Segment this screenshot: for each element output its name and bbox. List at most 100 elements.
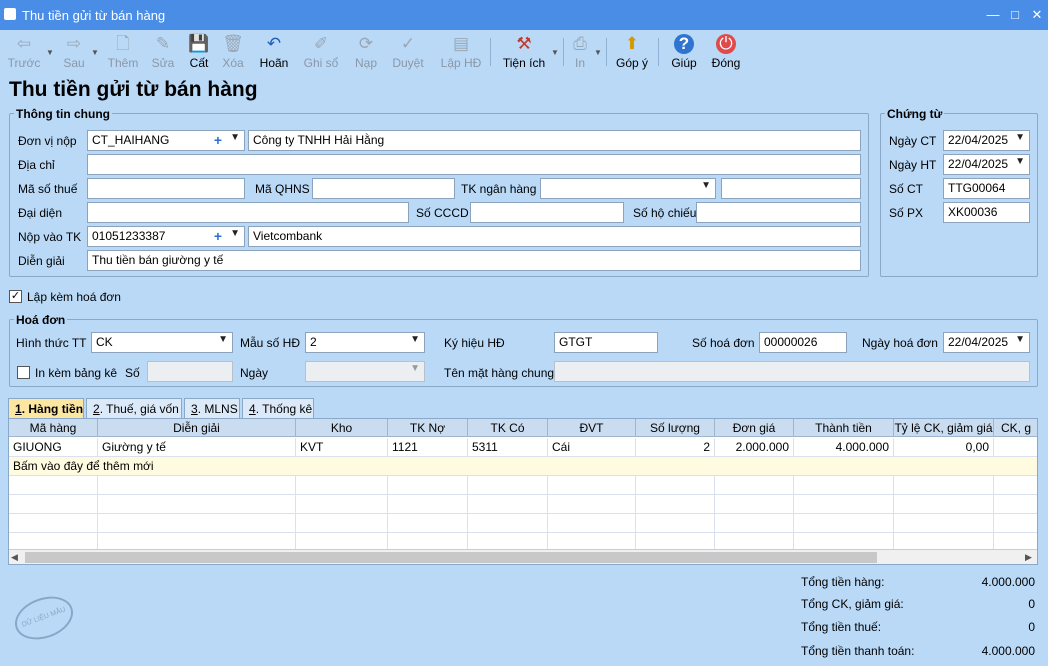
payer-name-field[interactable]: Công ty TNHH Hải Hằng <box>248 130 861 151</box>
add-row[interactable]: Bấm vào đây để thêm mới <box>9 457 1037 476</box>
reload-button[interactable]: ⟳ Nạp <box>350 30 382 74</box>
chevron-down-icon[interactable]: ▼ <box>46 48 54 57</box>
table-cell[interactable]: GIUONG <box>9 438 98 457</box>
chevron-down-icon[interactable]: ▼ <box>1015 132 1025 143</box>
total-discount-label: Tổng CK, giảm giá: <box>801 597 904 611</box>
chevron-down-icon[interactable]: ▼ <box>91 48 99 57</box>
add-button[interactable]: 🗋 Thêm <box>106 30 140 74</box>
column-header[interactable]: Số lượng <box>636 419 715 437</box>
feedback-button[interactable]: ⬆ Góp ý <box>614 30 650 74</box>
save-button[interactable]: 💾 Cất <box>184 30 214 74</box>
scrollbar-thumb[interactable] <box>25 552 877 563</box>
description-field[interactable]: Thu tiền bán giường y tế <box>87 250 861 271</box>
column-header[interactable]: TK Nợ <box>388 419 468 437</box>
tab-goods-money[interactable]: 1. Hàng tiền <box>8 398 84 418</box>
bank-account-combo[interactable]: ▼ <box>540 178 716 199</box>
tab-tax-cost[interactable]: 2. Thuế, giá vốn <box>86 398 182 418</box>
table-cell[interactable]: 5311 <box>468 438 548 457</box>
column-header[interactable]: Đơn giá <box>715 419 794 437</box>
column-header[interactable]: Mã hàng <box>9 419 98 437</box>
maximize-icon[interactable]: □ <box>1006 6 1024 24</box>
qhns-label: Mã QHNS <box>255 182 310 196</box>
deposit-account-combo[interactable]: 01051233387 + ▼ <box>87 226 245 247</box>
chevron-down-icon[interactable]: ▼ <box>230 132 240 143</box>
page-title: Thu tiền gửi từ bán hàng <box>9 78 258 101</box>
qhns-field[interactable] <box>312 178 455 199</box>
list-date-picker[interactable]: ▼ <box>305 361 425 382</box>
invoice-symbol-field[interactable]: GTGT <box>554 332 658 353</box>
table-cell[interactable]: KVT <box>296 438 388 457</box>
invoice-button[interactable]: ▤ Lập HĐ <box>436 30 486 74</box>
attach-list-checkbox[interactable] <box>17 366 30 379</box>
tab-mlns[interactable]: 3. MLNS <box>184 398 240 418</box>
scroll-left-icon[interactable]: ◀ <box>11 552 18 563</box>
chevron-down-icon[interactable]: ▼ <box>410 363 420 374</box>
table-cell[interactable]: 2.000.000 <box>715 438 794 457</box>
close-button[interactable]: ⏻ Đóng <box>708 30 744 74</box>
plus-icon[interactable]: + <box>214 228 222 244</box>
delete-button[interactable]: 🗑 Xóa <box>218 30 248 74</box>
tax-code-field[interactable] <box>87 178 245 199</box>
chevron-down-icon[interactable]: ▼ <box>551 48 559 57</box>
undo-button[interactable]: ↶ Hoãn <box>256 30 292 74</box>
utilities-button[interactable]: ⚒ Tiện ích <box>500 30 548 74</box>
horizontal-scrollbar[interactable]: ◀ ▶ <box>9 549 1037 564</box>
column-header[interactable]: Diễn giải <box>98 419 296 437</box>
posting-date-picker[interactable]: 22/04/2025 ▼ <box>943 154 1030 175</box>
column-header[interactable]: Thành tiền <box>794 419 894 437</box>
next-button[interactable]: ⇨ Sau <box>58 30 90 74</box>
passport-field[interactable] <box>696 202 861 223</box>
chevron-down-icon[interactable]: ▼ <box>218 334 228 345</box>
invoice-number-field[interactable]: 00000026 <box>759 332 847 353</box>
table-cell[interactable]: 4.000.000 <box>794 438 894 457</box>
table-cell[interactable]: 0,00 <box>894 438 994 457</box>
chevron-down-icon[interactable]: ▼ <box>1015 334 1025 345</box>
window-title: Thu tiền gửi từ bán hàng <box>22 8 166 23</box>
table-cell[interactable]: 1121 <box>388 438 468 457</box>
address-field[interactable] <box>87 154 861 175</box>
back-button[interactable]: ⇦ Trước <box>6 30 42 74</box>
edit-button[interactable]: ✎ Sửa <box>148 30 178 74</box>
list-number-field[interactable] <box>147 361 233 382</box>
scroll-right-icon[interactable]: ▶ <box>1025 552 1032 563</box>
export-number-field[interactable]: XK00036 <box>943 202 1030 223</box>
voucher-number-field[interactable]: TTG00064 <box>943 178 1030 199</box>
chevron-down-icon[interactable]: ▼ <box>230 228 240 239</box>
close-window-icon[interactable]: ✕ <box>1028 6 1046 24</box>
cccd-field[interactable] <box>470 202 624 223</box>
invoice-date-picker[interactable]: 22/04/2025 ▼ <box>943 332 1030 353</box>
voucher-date-picker[interactable]: 22/04/2025 ▼ <box>943 130 1030 151</box>
column-header[interactable]: Tỷ lệ CK, giảm giá <box>894 419 994 437</box>
table-cell[interactable]: Cái <box>548 438 636 457</box>
deposit-bank-field[interactable]: Vietcombank <box>248 226 861 247</box>
column-header[interactable]: TK Có <box>468 419 548 437</box>
help-button[interactable]: ? Giúp <box>668 30 700 74</box>
chevron-down-icon[interactable]: ▼ <box>701 180 711 191</box>
bank-name-field[interactable] <box>721 178 861 199</box>
table-cell[interactable]: 2 <box>636 438 715 457</box>
common-item-field[interactable] <box>554 361 1030 382</box>
chevron-down-icon[interactable]: ▼ <box>594 48 602 57</box>
payer-code-combo[interactable]: CT_HAIHANG + ▼ <box>87 130 245 151</box>
representative-field[interactable] <box>87 202 409 223</box>
column-header[interactable]: Kho <box>296 419 388 437</box>
general-info-title: Thông tin chung <box>14 107 112 121</box>
plus-icon[interactable]: + <box>214 132 222 148</box>
total-goods-value: 4.000.000 <box>981 575 1035 589</box>
invoice-symbol-label: Ký hiệu HĐ <box>444 336 505 350</box>
chevron-down-icon[interactable]: ▼ <box>1015 156 1025 167</box>
approve-button[interactable]: ✓ Duyệt <box>390 30 426 74</box>
column-header[interactable]: ĐVT <box>548 419 636 437</box>
column-header[interactable]: CK, g <box>994 419 1037 437</box>
tab-statistics[interactable]: 4. Thống kê <box>242 398 314 418</box>
table-cell[interactable]: Giường y tế <box>98 438 296 457</box>
table-cell[interactable] <box>994 438 1037 457</box>
attach-invoice-checkbox[interactable]: ✓ <box>9 290 22 303</box>
post-button[interactable]: ✐ Ghi sổ <box>302 30 340 74</box>
invoice-template-select[interactable]: 2 ▼ <box>305 332 425 353</box>
chevron-down-icon[interactable]: ▼ <box>410 334 420 345</box>
minimize-icon[interactable]: — <box>984 6 1002 24</box>
print-button[interactable]: ⎙ In <box>568 30 592 74</box>
column-divider <box>387 476 388 549</box>
payment-method-select[interactable]: CK ▼ <box>91 332 233 353</box>
